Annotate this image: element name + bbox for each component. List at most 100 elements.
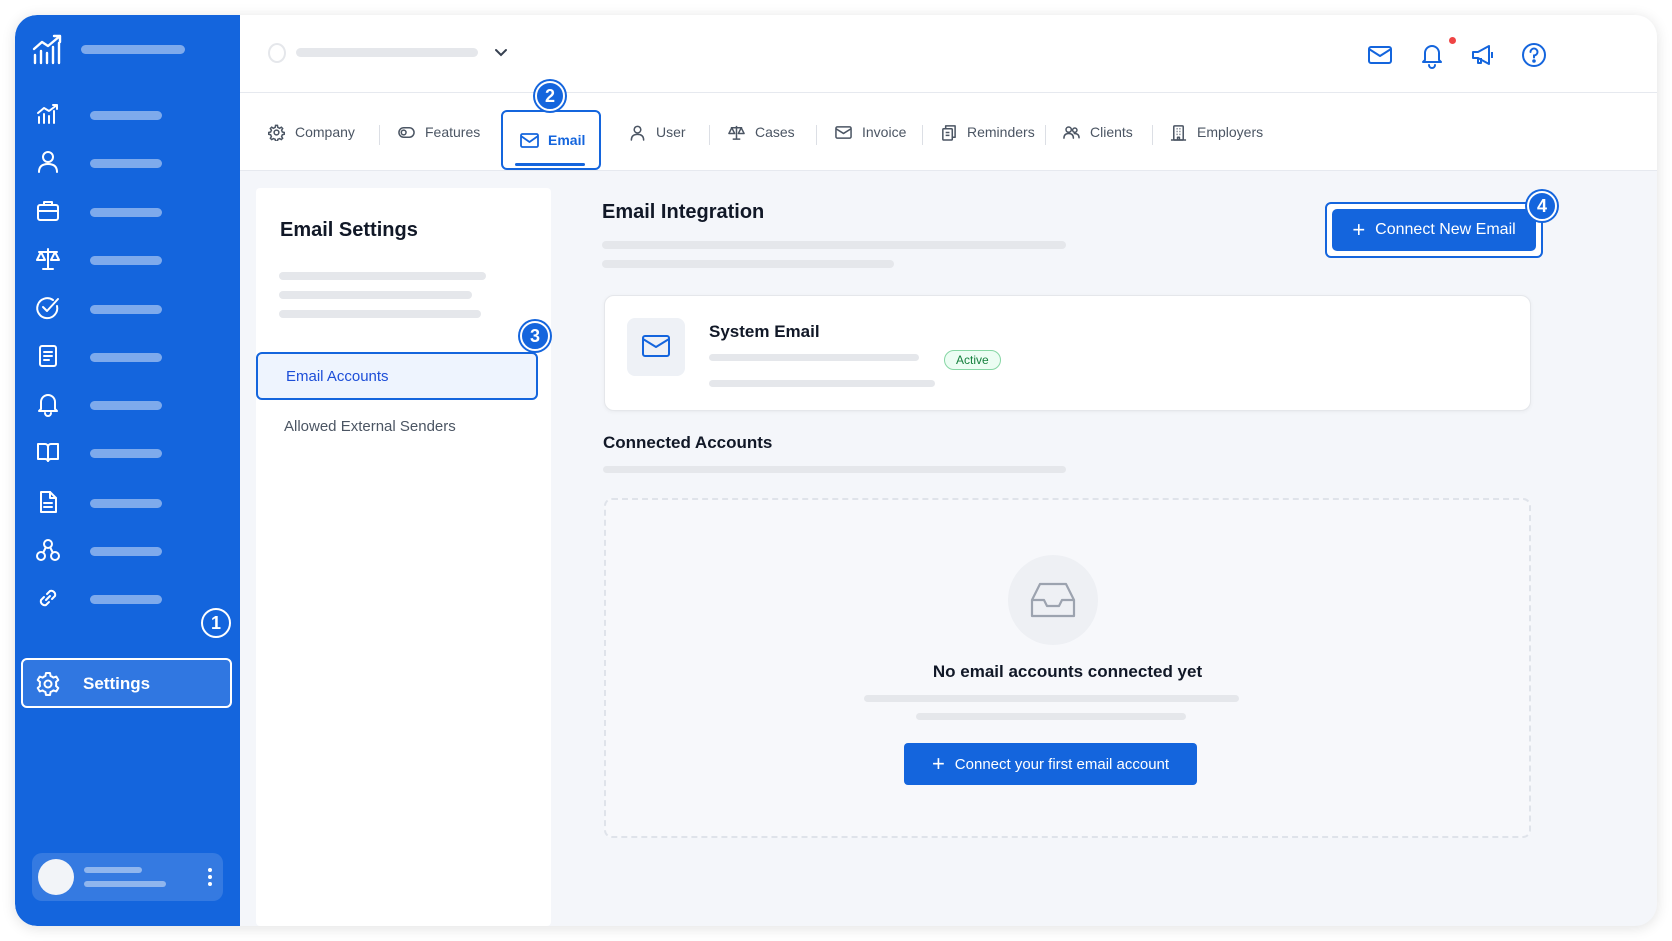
- status-badge: Active: [944, 350, 1001, 370]
- step-badge-4: 4: [1527, 191, 1557, 221]
- section-title: Connected Accounts: [603, 433, 773, 452]
- tab-employers[interactable]: Employers: [1170, 93, 1263, 171]
- mail-icon: [642, 335, 670, 357]
- building-icon: [1170, 124, 1187, 141]
- email-address-placeholder: [709, 354, 919, 361]
- sidebar-item-label: Settings: [83, 674, 151, 693]
- workspace-name-placeholder: [296, 48, 478, 57]
- tab-divider: [1045, 125, 1046, 145]
- plus-icon: +: [1352, 217, 1366, 242]
- system-email-title: System Email: [709, 322, 820, 341]
- tab-label: Cases: [755, 124, 795, 140]
- description-placeholder: [603, 466, 1066, 473]
- workspace-avatar: [268, 43, 286, 63]
- users-icon: [1063, 125, 1080, 139]
- app-name-placeholder: [81, 45, 185, 54]
- book-icon: [37, 443, 59, 462]
- sidebar-item-user[interactable]: [33, 143, 223, 183]
- page-title: Email Integration: [602, 201, 765, 223]
- app-window: Settings 1 Company Features Email 2 User…: [15, 15, 1657, 926]
- network-icon: [36, 539, 60, 561]
- tab-features[interactable]: Features: [398, 93, 480, 171]
- tab-cases[interactable]: Cases: [728, 93, 795, 171]
- empty-state-title: No email accounts connected yet: [932, 662, 1203, 681]
- connect-new-email-button[interactable]: + Connect New Email: [1332, 209, 1536, 251]
- tab-email[interactable]: Email: [501, 110, 601, 170]
- tab-label: Invoice: [862, 124, 907, 140]
- active-tab-underline: [515, 163, 585, 166]
- help-icon[interactable]: [1520, 41, 1548, 69]
- analytics-icon: [37, 104, 58, 124]
- description-placeholder: [279, 272, 486, 280]
- tab-divider: [922, 125, 923, 145]
- sidebar-item-documents[interactable]: [33, 337, 223, 377]
- scales-icon: [728, 125, 745, 140]
- check-circle-icon: [36, 297, 59, 320]
- sidebar-label-placeholder: [90, 499, 162, 508]
- document-icon: [39, 345, 57, 367]
- settings-nav-allowed-external-senders[interactable]: Allowed External Senders: [284, 418, 456, 435]
- description-placeholder: [602, 260, 894, 268]
- tab-label: Email: [548, 132, 586, 148]
- sidebar-item-tasks[interactable]: [33, 289, 223, 329]
- mail-icon[interactable]: [1366, 41, 1394, 69]
- connect-first-email-button[interactable]: + Connect your first email account: [904, 743, 1197, 785]
- sidebar-label-placeholder: [90, 208, 162, 217]
- link-icon: [39, 589, 57, 607]
- panel-title: Email Settings: [280, 219, 418, 241]
- tab-company[interactable]: Company: [268, 93, 355, 171]
- gear-icon: [268, 124, 285, 141]
- description-placeholder: [916, 713, 1186, 720]
- chevron-down-icon[interactable]: [492, 43, 510, 61]
- mail-icon: [835, 125, 852, 139]
- megaphone-icon[interactable]: [1469, 41, 1497, 69]
- description-placeholder: [279, 310, 481, 318]
- system-email-card: System Email Active: [604, 295, 1531, 411]
- empty-state: No email accounts connected yet + Connec…: [604, 498, 1531, 838]
- sidebar-item-files[interactable]: [33, 483, 223, 523]
- tab-divider: [816, 125, 817, 145]
- user-name-placeholder: [84, 867, 142, 873]
- sidebar-item-analytics[interactable]: [33, 95, 223, 135]
- description-placeholder: [602, 241, 1066, 249]
- tab-reminders[interactable]: Reminders: [940, 93, 1035, 171]
- gear-icon: [36, 672, 60, 696]
- tab-invoice[interactable]: Invoice: [835, 93, 906, 171]
- sidebar-item-links[interactable]: [33, 579, 223, 619]
- connect-new-email-highlight: + Connect New Email: [1325, 202, 1543, 258]
- sidebar-item-settings[interactable]: Settings: [21, 658, 232, 708]
- settings-nav-email-accounts[interactable]: Email Accounts: [256, 352, 538, 400]
- toggle-icon: [398, 126, 415, 138]
- sidebar-label-placeholder: [90, 111, 162, 120]
- sidebar-label-placeholder: [90, 353, 162, 362]
- sidebar-item-notifications[interactable]: [33, 385, 223, 425]
- sidebar-label-placeholder: [90, 595, 162, 604]
- user-profile-menu[interactable]: [32, 853, 223, 901]
- tab-clients[interactable]: Clients: [1063, 93, 1133, 171]
- description-placeholder: [709, 380, 935, 387]
- bell-icon: [38, 394, 58, 417]
- mail-icon: [520, 133, 539, 148]
- file-icon: [40, 491, 57, 513]
- tab-label: User: [656, 124, 686, 140]
- bell-icon[interactable]: [1418, 41, 1446, 69]
- user-icon: [38, 151, 58, 173]
- briefcase-icon: [37, 201, 59, 221]
- user-icon: [630, 125, 645, 141]
- sidebar-item-network[interactable]: [33, 531, 223, 571]
- inbox-icon-circle: [1008, 555, 1098, 645]
- sidebar: Settings 1: [15, 15, 240, 926]
- plus-icon: +: [931, 751, 945, 776]
- tab-divider: [1152, 125, 1153, 145]
- sidebar-label-placeholder: [90, 401, 162, 410]
- description-placeholder: [864, 695, 1239, 702]
- sidebar-label-placeholder: [90, 449, 162, 458]
- more-vertical-icon[interactable]: [207, 867, 213, 887]
- sidebar-item-scales[interactable]: [33, 240, 223, 280]
- sidebar-item-briefcase[interactable]: [33, 192, 223, 232]
- sidebar-label-placeholder: [90, 547, 162, 556]
- inbox-icon: [1030, 582, 1076, 618]
- sidebar-item-library[interactable]: [33, 433, 223, 473]
- tab-user[interactable]: User: [629, 93, 686, 171]
- chart-logo-icon[interactable]: [31, 33, 65, 67]
